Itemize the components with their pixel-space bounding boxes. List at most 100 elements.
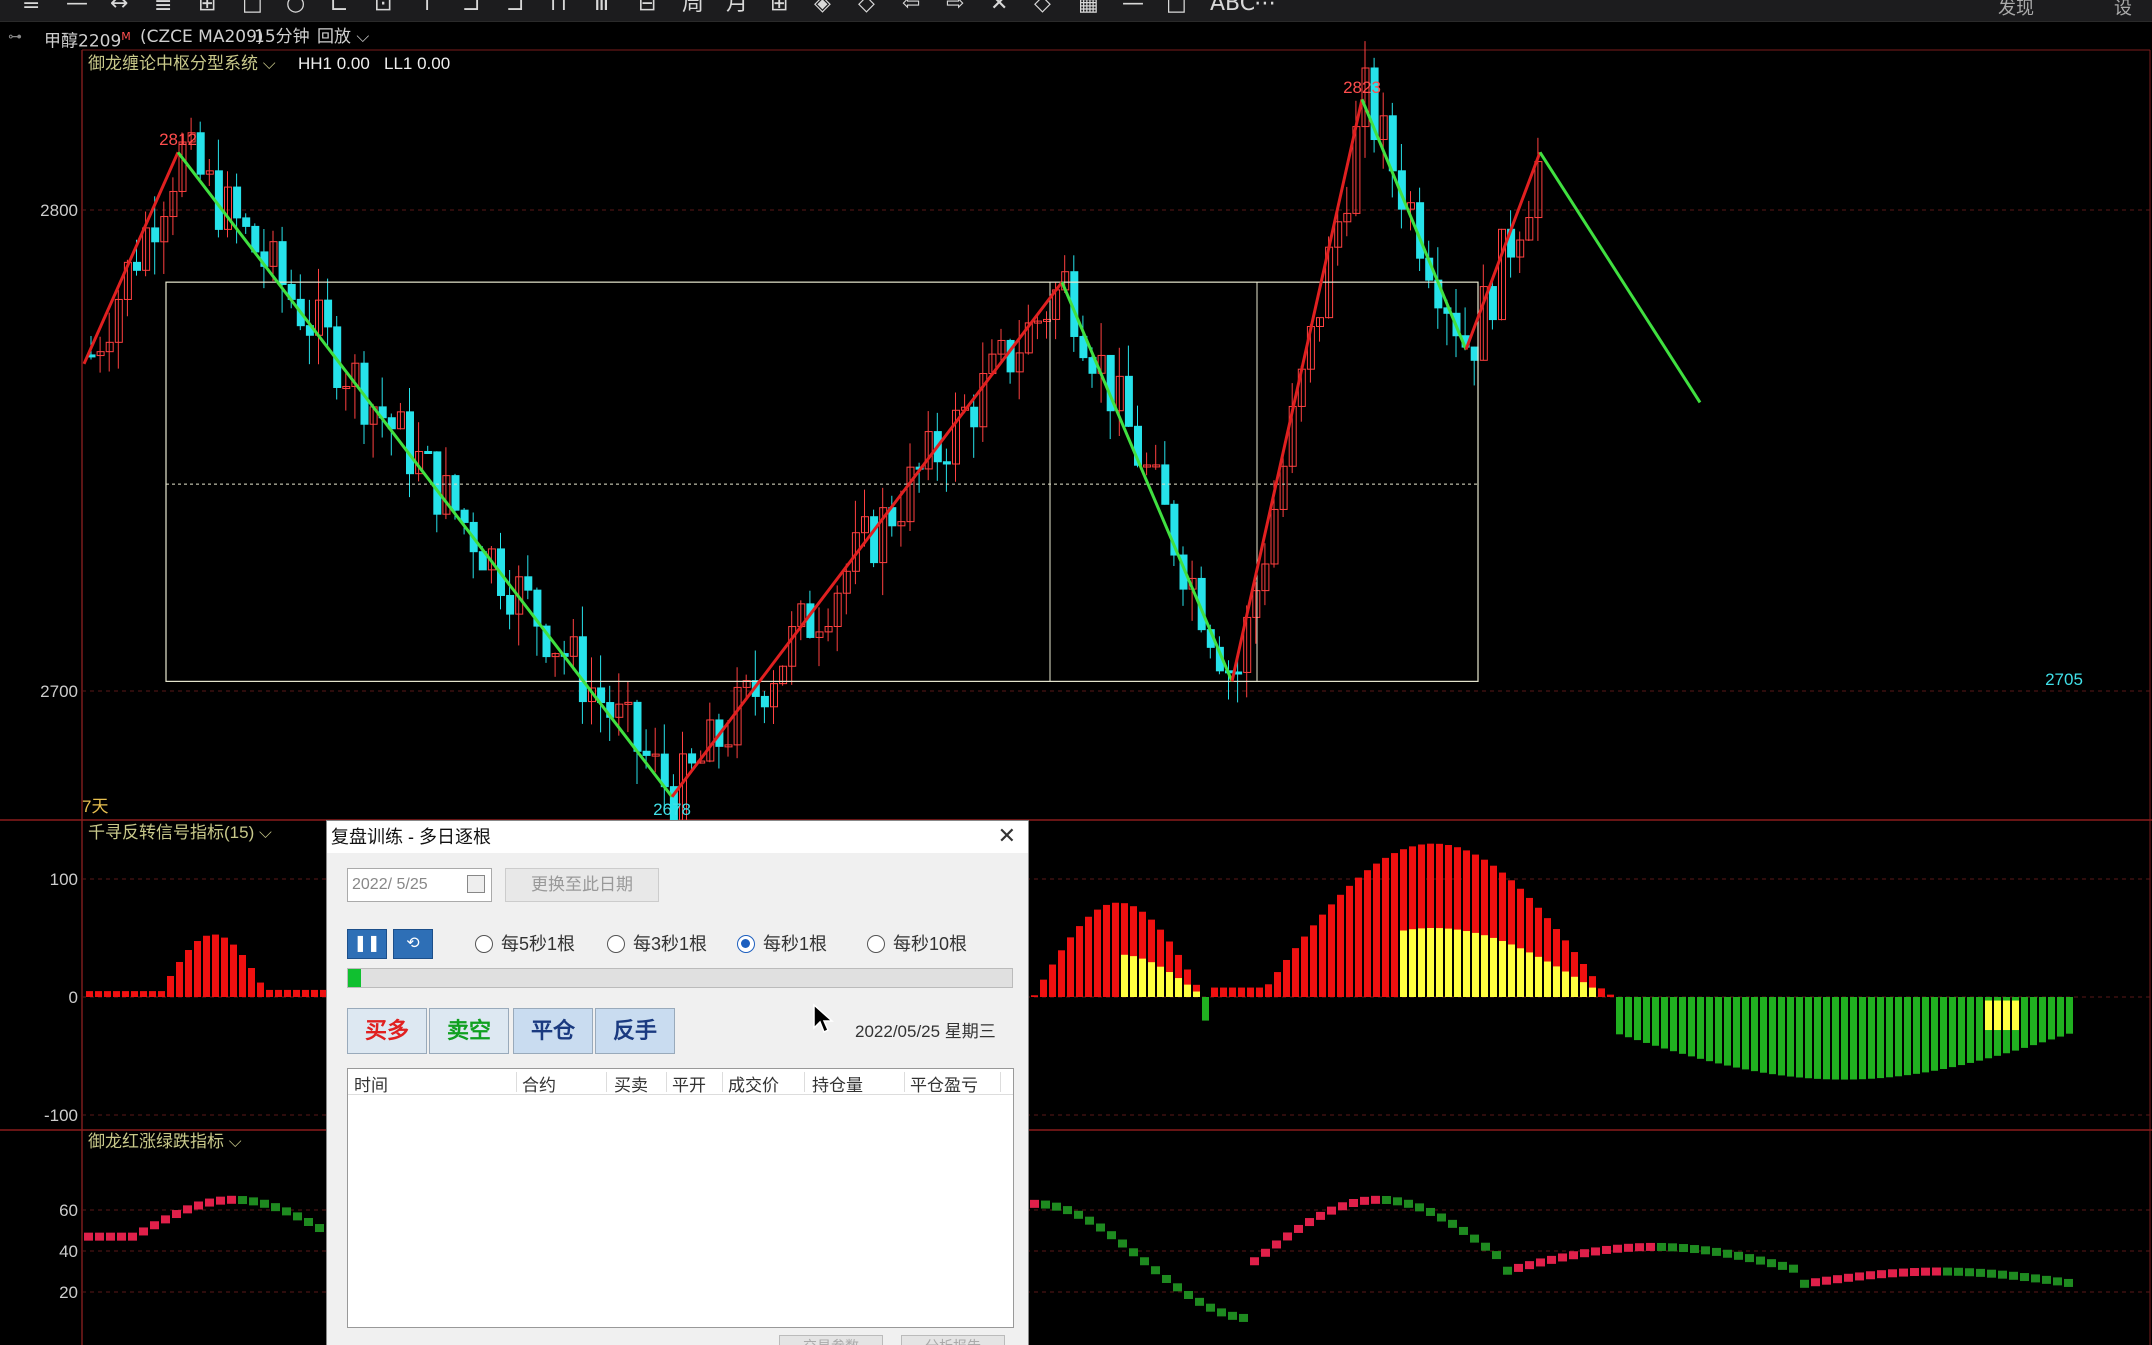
fall-dot	[2053, 1277, 2062, 1286]
hist-bar-green	[1814, 997, 1821, 1079]
analysis-report-button[interactable]: 分析报告	[901, 1335, 1005, 1345]
fall-dot	[2020, 1273, 2029, 1282]
sell-short-button[interactable]: 卖空	[429, 1008, 509, 1054]
hist-bar-green	[1895, 997, 1902, 1077]
hist-bar-yellow	[2012, 1000, 2019, 1031]
rise-dot	[1338, 1202, 1347, 1211]
hist-bar-red	[194, 941, 201, 997]
fall-dot	[1712, 1247, 1721, 1256]
speed-radio-10x[interactable]: 每秒10根	[867, 928, 967, 960]
fall-dot	[1679, 1244, 1688, 1253]
hist-bar-red	[1211, 987, 1218, 997]
hist-bar-red	[1049, 964, 1056, 997]
trade-params-button[interactable]: 交易参数	[779, 1335, 883, 1345]
replay-progress-bar[interactable]	[347, 968, 1013, 988]
bi-stroke-lines	[82, 98, 1702, 798]
candle-down	[433, 451, 442, 515]
hist-bar-yellow	[1436, 928, 1443, 997]
bi-down-line	[1538, 151, 1702, 404]
loop-icon[interactable]: ⟲	[393, 929, 433, 959]
hist-bar-green	[1967, 997, 1974, 1063]
hist-bar-green	[1877, 997, 1884, 1079]
hist-bar-red	[230, 944, 237, 997]
fall-dot	[2031, 1274, 2040, 1283]
speed-radio-5s[interactable]: 每5秒1根	[475, 928, 575, 960]
hh-label: HH1 0.00	[298, 54, 370, 73]
zhongshu-boxes	[165, 281, 1479, 682]
rise-dot	[172, 1210, 181, 1219]
indicator-name: 御龙缠论中枢分型系统 ⌵	[88, 54, 276, 73]
col-openclose: 平开	[672, 1076, 706, 1095]
rise-dot	[117, 1232, 126, 1241]
buy-long-button[interactable]: 买多	[347, 1008, 427, 1054]
hist-bar-red	[1031, 995, 1038, 997]
hist-bar-green	[1796, 997, 1803, 1078]
ll-label: LL1 0.00	[384, 54, 450, 73]
rise-dot	[1547, 1255, 1556, 1264]
hist-bar-yellow	[1166, 972, 1173, 997]
fall-dot	[1217, 1308, 1226, 1317]
rise-dot	[216, 1196, 225, 1205]
fall-dot	[1063, 1206, 1072, 1215]
bi-down-line	[1360, 98, 1468, 351]
fall-dot	[1668, 1243, 1677, 1252]
change-date-button[interactable]: 更换至此日期	[505, 868, 659, 902]
rise-dot	[1514, 1263, 1523, 1272]
hist-bar-green	[1679, 997, 1686, 1054]
rise-dot	[1910, 1268, 1919, 1277]
hist-bar-red	[1229, 987, 1236, 997]
hist-bar-green	[1625, 997, 1632, 1038]
fall-dot	[1470, 1234, 1479, 1243]
rise-dot	[1371, 1195, 1380, 1204]
hist-bar-green	[1760, 997, 1767, 1073]
hist-bar-red	[86, 991, 93, 997]
rise-dot	[1536, 1258, 1545, 1267]
fall-dot	[1690, 1245, 1699, 1254]
panel2-indicator-name: 千寻反转信号指标(15) ⌵	[88, 823, 272, 842]
speed-radio-1s[interactable]: 每秒1根	[737, 928, 827, 960]
hist-bar-green	[1958, 997, 1965, 1066]
date-input[interactable]: 2022/ 5/25	[347, 868, 492, 902]
rise-dot	[1899, 1268, 1908, 1277]
rise-dot	[128, 1232, 137, 1241]
candlestick-series	[87, 41, 1543, 841]
hist-bar-red	[1283, 959, 1290, 997]
rise-dot	[1580, 1249, 1589, 1258]
hist-bar-green	[1823, 997, 1830, 1080]
hist-bar-green	[1769, 997, 1776, 1075]
hist-bar-green	[1922, 997, 1929, 1073]
fall-dot	[1041, 1200, 1050, 1209]
hist-bar-yellow	[1472, 932, 1479, 997]
rise-dot	[1261, 1248, 1270, 1257]
chart-area[interactable]: 2800 2700 100 0 -100 60 40 20 御龙缠论中枢分型系统 ⌵ HH1 0…	[0, 0, 2152, 1345]
rise-dot	[183, 1205, 192, 1214]
hist-bar-red	[1301, 936, 1308, 997]
hist-bar-yellow	[1148, 962, 1155, 997]
reverse-button[interactable]: 反手	[595, 1008, 675, 1054]
y-tick-label: 0	[69, 988, 78, 1007]
hist-bar-yellow	[1193, 991, 1200, 997]
fall-dot	[1096, 1223, 1105, 1232]
hist-bar-yellow	[1121, 954, 1128, 997]
hist-bar-green	[1976, 997, 1983, 1061]
fall-dot	[2042, 1275, 2051, 1284]
col-position: 持仓量	[812, 1076, 863, 1095]
calendar-icon[interactable]	[467, 875, 485, 893]
candle-down	[642, 750, 651, 756]
hist-bar-red	[1220, 987, 1227, 997]
rise-dot	[194, 1201, 203, 1210]
rise-dot	[1569, 1251, 1578, 1260]
hist-bar-yellow	[1463, 931, 1470, 997]
rise-dot	[1283, 1232, 1292, 1241]
hist-bar-red	[293, 989, 300, 997]
y-tick-label: 2800	[40, 201, 78, 220]
speed-radio-3s[interactable]: 每3秒1根	[607, 928, 707, 960]
hist-bar-green	[1652, 997, 1659, 1046]
replay-training-dialog: 复盘训练 - 多日逐根 ✕ 2022/ 5/25 更换至此日期 ❚❚ ⟲ 每5秒…	[326, 820, 1029, 1345]
radio-dot	[867, 935, 885, 953]
close-position-button[interactable]: 平仓	[513, 1008, 593, 1054]
bi-up-line	[670, 281, 1064, 798]
pause-icon[interactable]: ❚❚	[347, 929, 387, 959]
hist-bar-red	[311, 989, 318, 997]
close-icon[interactable]: ✕	[998, 823, 1016, 849]
